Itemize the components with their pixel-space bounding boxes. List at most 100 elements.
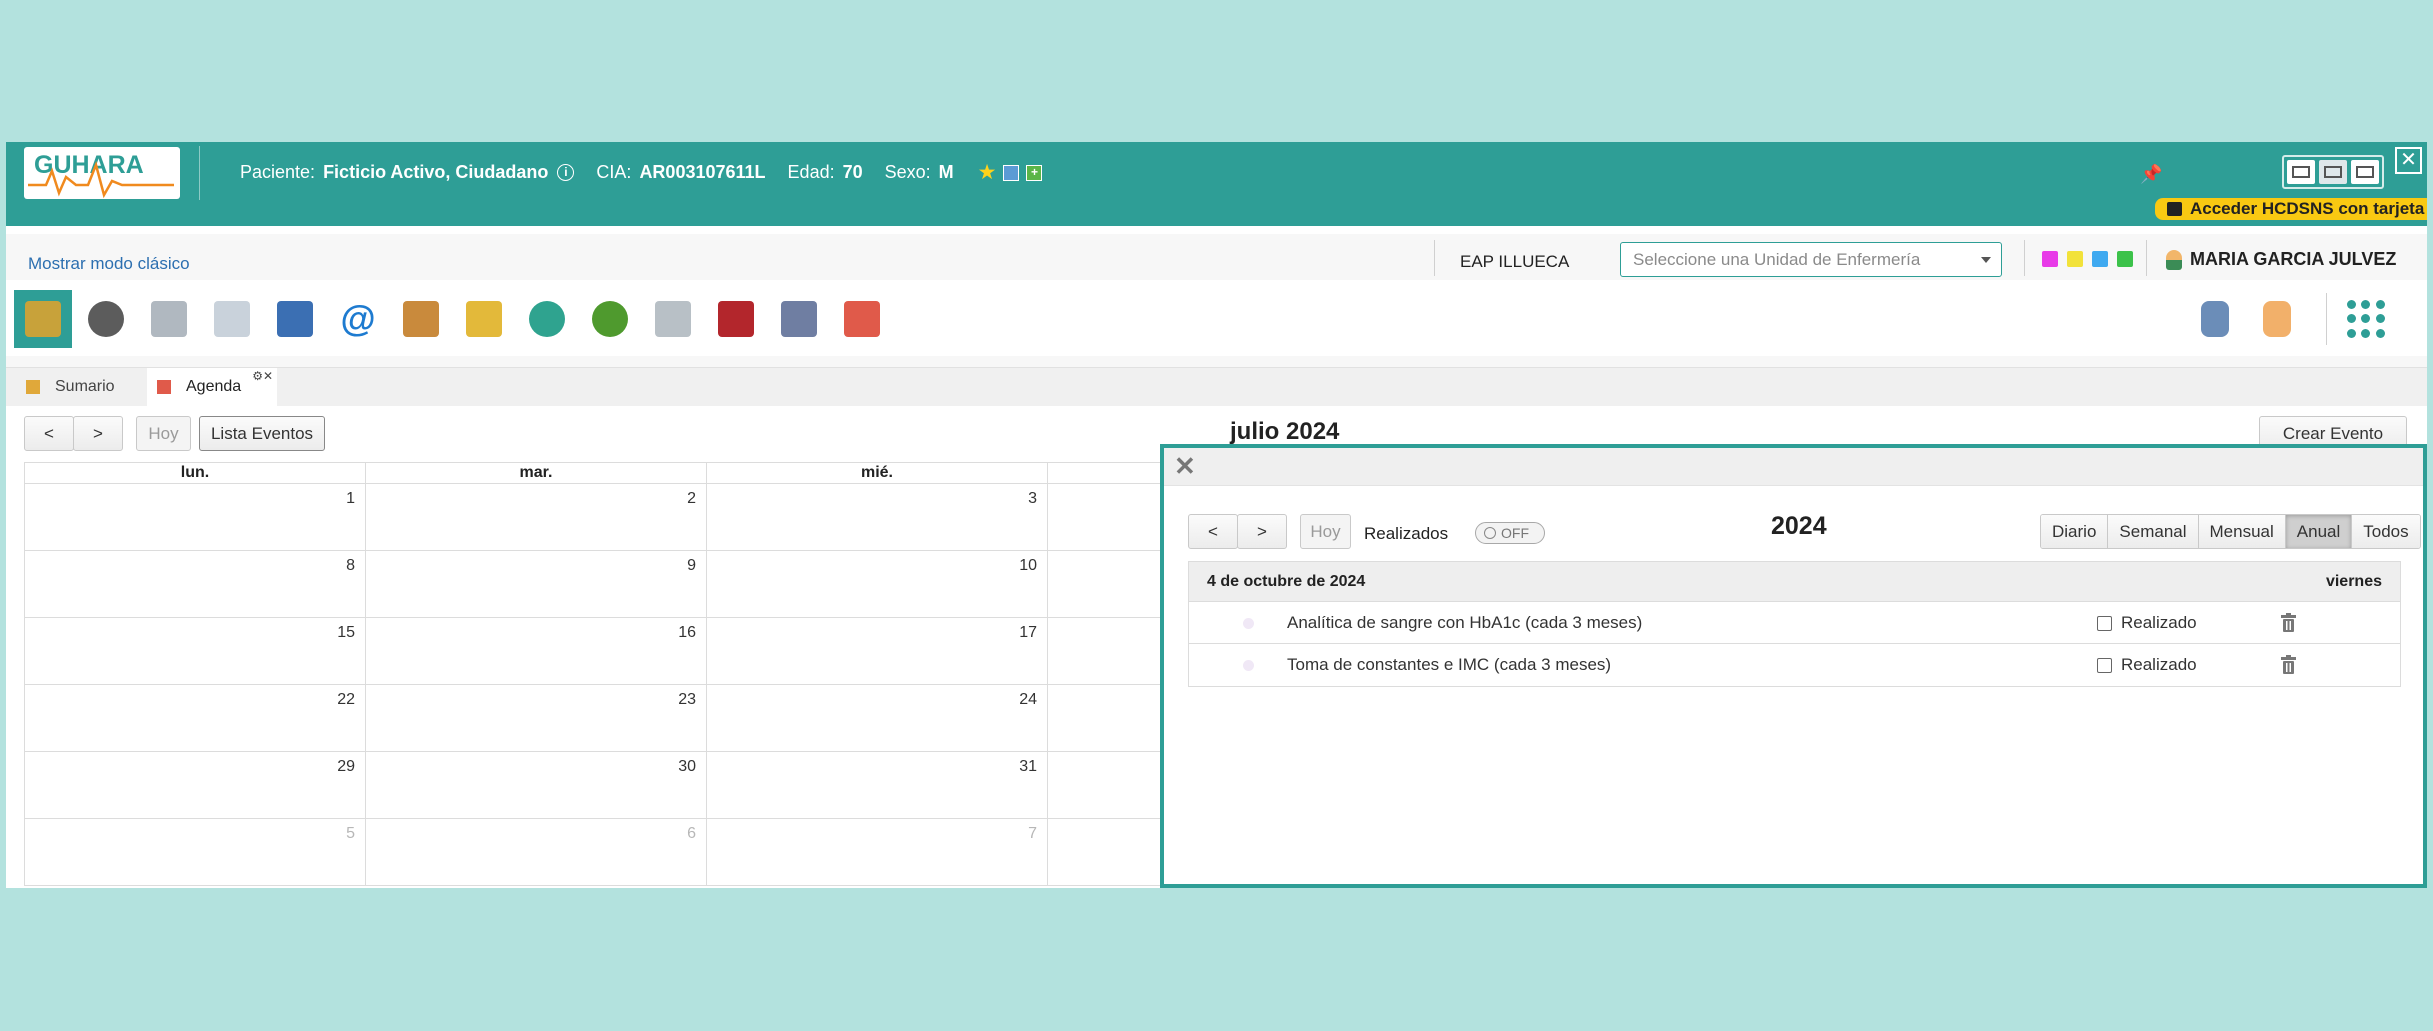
lab-report-button[interactable]: [203, 290, 261, 348]
day-cell[interactable]: 5: [25, 819, 366, 885]
done-checkbox[interactable]: [2097, 616, 2112, 631]
event-list-button[interactable]: Lista Eventos: [199, 416, 325, 451]
list-icon[interactable]: [1003, 164, 1020, 181]
calendar-button[interactable]: [833, 290, 891, 348]
clipboard-button[interactable]: [392, 290, 450, 348]
view-semanal-button[interactable]: Semanal: [2108, 515, 2199, 548]
binders-button[interactable]: [707, 290, 765, 348]
layout-right-icon[interactable]: [2351, 160, 2379, 184]
day-cell[interactable]: 1: [25, 484, 366, 550]
day-header-weekday: viernes: [2325, 572, 2382, 590]
day-cell[interactable]: 24: [707, 685, 1048, 751]
virus-button[interactable]: [581, 290, 639, 348]
day-cell[interactable]: 3: [707, 484, 1048, 550]
paperclip-button[interactable]: [2186, 290, 2244, 348]
card-reader-icon: [2167, 202, 2182, 216]
calendar-today-button[interactable]: Hoy: [136, 416, 191, 451]
star-icon[interactable]: ★: [978, 160, 997, 185]
day-cell[interactable]: 9: [366, 551, 707, 617]
email-icon: @: [340, 298, 376, 339]
panel-prev-button[interactable]: <: [1188, 514, 1238, 549]
patient-name: Ficticio Activo, Ciudadano: [323, 162, 549, 182]
user-icon: [2166, 249, 2182, 270]
clipboard-icon: [403, 301, 439, 337]
day-cell[interactable]: 2: [366, 484, 707, 550]
weekday-label: mar.: [366, 463, 707, 483]
hcdsns-card-button[interactable]: Acceder HCDSNS con tarjeta: [2155, 198, 2427, 220]
tab-agenda[interactable]: Agenda ⚙✕: [147, 368, 277, 406]
day-cell[interactable]: 17: [707, 618, 1048, 684]
done-checkbox[interactable]: [2097, 658, 2112, 673]
toolbar-divider: [1434, 240, 1435, 276]
pin-icon[interactable]: 📌: [2140, 164, 2162, 185]
info-icon[interactable]: i: [557, 164, 575, 181]
event-row[interactable]: Toma de constantes e IMC (cada 3 meses) R…: [1189, 644, 2400, 686]
scale-button[interactable]: [77, 290, 135, 348]
done-label: Realizado: [2121, 613, 2197, 632]
day-cell[interactable]: 22: [25, 685, 366, 751]
sex-value: M: [938, 162, 954, 182]
paperclip-icon: [2201, 301, 2229, 337]
day-cell[interactable]: 16: [366, 618, 707, 684]
day-cell[interactable]: 10: [707, 551, 1048, 617]
toggle-knob: [1484, 527, 1496, 539]
close-window-button[interactable]: ✕: [2395, 147, 2422, 174]
apps-grid-icon[interactable]: [2347, 300, 2385, 338]
layout-split-icon[interactable]: [2319, 160, 2347, 184]
vital-signs-button[interactable]: [518, 290, 576, 348]
sticky-note-pink-icon[interactable]: [2042, 251, 2058, 267]
day-cell[interactable]: 6: [366, 819, 707, 885]
trash-icon[interactable]: [2281, 613, 2296, 632]
sticky-note-yellow-icon[interactable]: [2067, 251, 2083, 267]
tab-agenda-label: Agenda: [186, 378, 242, 395]
event-row[interactable]: Analítica de sangre con HbA1c (cada 3 me…: [1189, 602, 2400, 644]
panel-next-button[interactable]: >: [1237, 514, 1287, 549]
calendar-next-button[interactable]: >: [73, 416, 123, 451]
syringe-button[interactable]: [644, 290, 702, 348]
checklist-button[interactable]: [770, 290, 828, 348]
nursing-unit-select[interactable]: Seleccione una Unidad de Enfermería: [1620, 242, 2002, 277]
day-cell[interactable]: 29: [25, 752, 366, 818]
view-mensual-button[interactable]: Mensual: [2198, 515, 2286, 548]
realizados-toggle[interactable]: OFF: [1475, 522, 1545, 544]
pill-boxes-button[interactable]: [140, 290, 198, 348]
tab-close-icon[interactable]: ⚙✕: [252, 369, 273, 383]
tab-sumario-label: Sumario: [55, 378, 115, 395]
realizados-label: Realizados: [1364, 524, 1449, 543]
patient-label: Paciente:: [240, 162, 316, 182]
day-cell[interactable]: 23: [366, 685, 707, 751]
add-icon[interactable]: +: [1026, 164, 1043, 181]
agenda-view: < > Hoy Lista Eventos julio 2024 Crear E…: [6, 406, 2427, 888]
email-button[interactable]: @: [329, 290, 387, 348]
event-title[interactable]: Analítica de sangre con HbA1c (cada 3 me…: [1287, 613, 1642, 633]
center-name[interactable]: EAP ILLUECA: [1460, 252, 1569, 272]
day-cell[interactable]: 31: [707, 752, 1048, 818]
view-anual-button[interactable]: Anual: [2285, 515, 2353, 548]
panel-today-button[interactable]: Hoy: [1300, 514, 1351, 549]
layout-left-icon[interactable]: [2287, 160, 2315, 184]
trash-icon[interactable]: [2281, 655, 2296, 674]
day-cell[interactable]: 8: [25, 551, 366, 617]
calendar-icon: [844, 301, 880, 337]
nursing-unit-placeholder: Seleccione una Unidad de Enfermería: [1633, 250, 1921, 269]
calendar-prev-button[interactable]: <: [24, 416, 74, 451]
day-cell[interactable]: 7: [707, 819, 1048, 885]
globe-document-button[interactable]: [266, 290, 324, 348]
library-button[interactable]: [14, 290, 72, 348]
toolbar-divider: [2326, 293, 2327, 345]
view-diario-button[interactable]: Diario: [2041, 515, 2109, 548]
edit-document-button[interactable]: [455, 290, 513, 348]
event-title[interactable]: Toma de constantes e IMC (cada 3 meses): [1287, 655, 1611, 675]
user-menu[interactable]: MARIA GARCIA JULVEZ: [2166, 249, 2396, 270]
view-todos-button[interactable]: Todos: [2352, 515, 2420, 548]
classic-mode-link[interactable]: Mostrar modo clásico: [28, 254, 190, 274]
tab-sumario[interactable]: Sumario: [16, 368, 146, 406]
day-cell[interactable]: 15: [25, 618, 366, 684]
day-cell[interactable]: 30: [366, 752, 707, 818]
sticky-note-green-icon[interactable]: [2117, 251, 2133, 267]
toggle-state: OFF: [1501, 525, 1529, 541]
close-panel-icon[interactable]: ✕: [1174, 451, 1196, 482]
pointing-hand-button[interactable]: [2248, 290, 2306, 348]
sticky-note-blue-icon[interactable]: [2092, 251, 2108, 267]
toolbar-icon-row: @: [6, 280, 2427, 356]
